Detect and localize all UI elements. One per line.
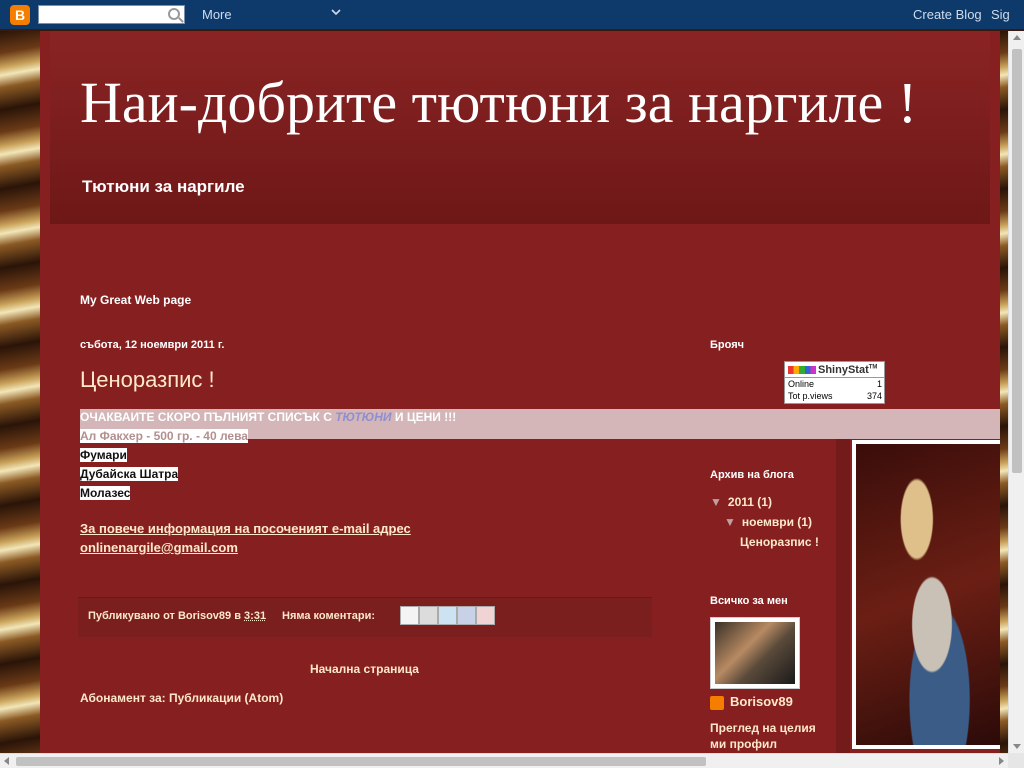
collapse-toggle-icon[interactable]: ▼: [724, 515, 736, 529]
about-me-heading: Всичко за мен: [710, 595, 788, 607]
blogger-navbar: B More Create Blog Sig: [0, 0, 1024, 30]
scroll-left-arrow-icon[interactable]: [4, 757, 9, 765]
post-title[interactable]: Ценоразпис !: [80, 367, 215, 393]
shinystat-logo: ShinyStatTM: [788, 364, 877, 376]
post-footer-byline: Публикувано от Borisov89 в 3:31: [88, 610, 266, 622]
navbar-more-link[interactable]: More: [202, 7, 232, 22]
collapse-toggle-icon[interactable]: ▼: [710, 495, 722, 509]
blogger-logo-icon[interactable]: B: [10, 5, 30, 25]
comments-link[interactable]: Няма коментари:: [282, 610, 375, 622]
counter-online-label: Online: [788, 379, 815, 389]
shinystat-bars-icon: [788, 366, 816, 375]
web-page-label: My Great Web page: [80, 293, 192, 307]
share-buttons: [400, 606, 495, 625]
archive-month-count: (1): [797, 515, 812, 529]
archive-year[interactable]: 2011: [728, 495, 754, 509]
scroll-up-arrow-icon[interactable]: [1013, 35, 1021, 40]
chevron-down-icon[interactable]: [331, 7, 341, 17]
profile-photo-image: [715, 622, 795, 684]
facebook-share-icon[interactable]: [457, 606, 476, 625]
shinystat-brand: ShinyStat: [818, 364, 869, 376]
profile-photo[interactable]: [710, 617, 800, 689]
post-time-link[interactable]: 3:31: [244, 610, 266, 622]
search-icon[interactable]: [168, 8, 180, 20]
background-decoration-right: [1000, 31, 1008, 753]
background-decoration-left: [0, 31, 40, 753]
post-line-al-fakher: Ал Факхер - 500 гр. - 40 лева: [80, 429, 248, 443]
home-page-link[interactable]: Начална страница: [310, 662, 419, 676]
shinystat-counter[interactable]: ShinyStatTM Online 1 Tot p.views 374: [784, 361, 885, 404]
counter-views-label: Tot p.views: [788, 391, 833, 401]
create-blog-link[interactable]: Create Blog: [913, 7, 982, 22]
published-by-label: Публикувано от: [88, 610, 178, 622]
subscribe-line: Абонамент за: Публикации (Atom): [80, 691, 283, 705]
archive-month-item[interactable]: ▼ ноември (1): [724, 515, 812, 529]
post-line-molasses: Молазес: [80, 486, 131, 500]
announcement-suffix: И ЦЕНИ !!!: [391, 410, 457, 424]
pinterest-share-icon[interactable]: [476, 606, 495, 625]
blog-title[interactable]: Наи-добрите тютюни за наргиле !: [80, 69, 917, 136]
post-line-dubai: Дубайска Шатра: [80, 467, 179, 481]
archive-year-item[interactable]: ▼ 2011 (1): [710, 495, 772, 509]
profile-name[interactable]: Borisov89: [730, 694, 793, 709]
post-date: събота, 12 ноември 2011 г.: [80, 339, 225, 351]
side-image-frame[interactable]: [852, 440, 1012, 749]
blog-header: Наи-добрите тютюни за наргиле ! Тютюни з…: [50, 31, 990, 224]
side-image: [856, 444, 1008, 745]
archive-heading: Архив на блога: [710, 469, 794, 481]
counter-divider: [785, 377, 884, 378]
author-link[interactable]: Borisov89: [178, 610, 231, 622]
archive-post-link[interactable]: Ценоразпис !: [740, 535, 819, 549]
scrollbar-corner: [1008, 753, 1024, 768]
sidebar-divider: [836, 439, 850, 753]
profile-name-link[interactable]: Borisov89: [710, 694, 793, 710]
email-share-icon[interactable]: [400, 606, 419, 625]
twitter-share-icon[interactable]: [438, 606, 457, 625]
announcement-emphasis: ТЮТЮНИ: [335, 410, 392, 424]
info-link[interactable]: За повече информация на посоченият e-mai…: [80, 521, 411, 536]
counter-heading: Брояч: [710, 339, 745, 351]
scroll-right-arrow-icon[interactable]: [999, 757, 1004, 765]
at-label: в: [231, 610, 245, 622]
post-line-fumari: Фумари: [80, 448, 127, 462]
horizontal-scrollbar[interactable]: [0, 753, 1008, 768]
email-link[interactable]: onlinenargile@gmail.com: [80, 540, 238, 555]
sign-in-link[interactable]: Sig: [991, 7, 1010, 22]
blogthis-share-icon[interactable]: [419, 606, 438, 625]
counter-online-value: 1: [876, 379, 882, 389]
post-footer: Публикувано от Borisov89 в 3:31 Няма ком…: [78, 597, 652, 637]
vertical-scroll-thumb[interactable]: [1012, 49, 1022, 473]
blog-description: Тютюни за наргиле: [82, 177, 245, 196]
counter-views-value: 374: [866, 391, 882, 401]
scroll-down-arrow-icon[interactable]: [1013, 744, 1021, 749]
post-line-announcement: ОЧАКВАИТЕ СКОРО ПЪЛНИЯТ СПИСЪК С ТЮТЮНИ …: [80, 410, 456, 424]
navbar-search-input[interactable]: [38, 5, 185, 24]
vertical-scrollbar[interactable]: [1008, 31, 1024, 753]
horizontal-scroll-thumb[interactable]: [16, 757, 706, 766]
blogger-profile-icon: [710, 695, 724, 710]
atom-feed-link[interactable]: Публикации (Atom): [169, 691, 283, 705]
subscribe-label: Абонамент за:: [80, 691, 169, 705]
counter-views-row: Tot p.views 374: [788, 391, 882, 401]
view-full-profile-link[interactable]: Преглед на целия ми профил: [710, 720, 830, 752]
shinystat-tm: TM: [868, 364, 878, 371]
counter-online-row: Online 1: [788, 379, 882, 389]
archive-year-count: (1): [757, 495, 772, 509]
archive-month[interactable]: ноември: [742, 515, 794, 529]
announcement-prefix: ОЧАКВАИТЕ СКОРО ПЪЛНИЯТ СПИСЪК С: [80, 410, 336, 424]
